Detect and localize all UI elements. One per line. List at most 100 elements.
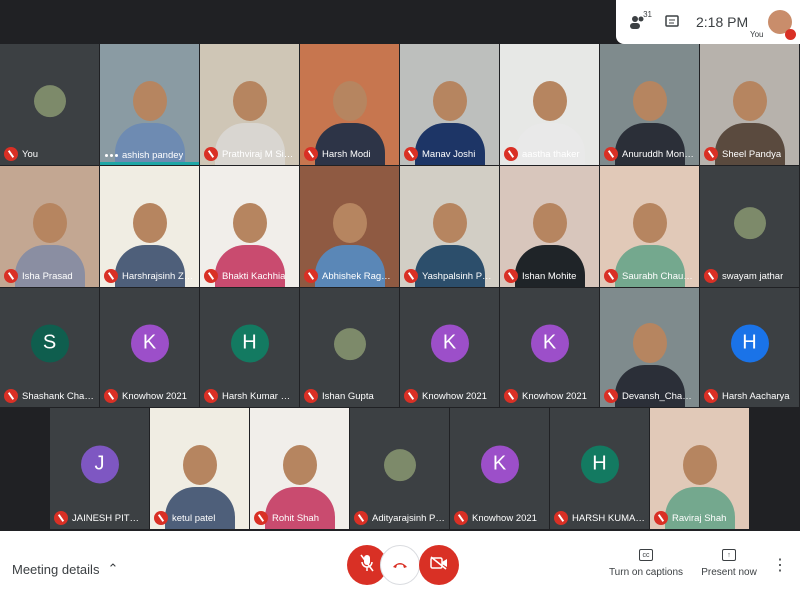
participant-name-row: Knowhow 2021 [504,389,595,403]
mic-off-icon [785,29,796,40]
participant-name: Saurabh Chaurasiya [622,270,695,282]
participant-tile[interactable]: Ishan Mohite [500,166,599,287]
participant-name: ashish pandey [122,150,184,161]
participant-tile[interactable]: J JAINESH PITHADIYA [50,408,149,529]
participant-tile[interactable]: Ishan Gupta [300,288,399,407]
mic-off-icon [654,511,668,525]
participant-tile[interactable]: Bhakti Kachhia [200,166,299,287]
mic-off-icon [554,511,568,525]
mic-off-icon [704,269,718,283]
participant-tile[interactable]: S Shashank Chaubey [0,288,99,407]
more-vert-icon[interactable]: ⋮ [772,555,788,575]
participant-tile[interactable]: Saurabh Chaurasiya [600,166,699,287]
participant-tile[interactable]: Harsh Modi [300,44,399,165]
participant-tile[interactable]: K Knowhow 2021 [450,408,549,529]
mic-off-icon [604,269,618,283]
video-person-head [282,445,317,485]
mic-off-icon [360,554,374,576]
participant-name-row: Prathviraj M Singh [204,147,295,161]
video-person-head [32,203,67,243]
participant-tile[interactable]: Manav Joshi [400,44,499,165]
video-person-head [632,203,667,243]
participant-tile[interactable]: ashish pandey [100,44,199,165]
mic-off-icon [404,389,418,403]
participant-tile[interactable]: aastha thaker [500,44,599,165]
mic-off-icon [504,389,518,403]
participant-tile[interactable]: H Harsh Kumar Singh [200,288,299,407]
hang-up-button[interactable] [380,545,420,585]
participant-tile[interactable]: ketul patel [150,408,249,529]
participant-tile[interactable]: Anuruddh Mondal [600,44,699,165]
participant-name: Ishan Mohite [522,270,577,282]
meeting-controls-bar: Meeting details ⌃ cc Turn on captions ↑ … [0,531,800,600]
participant-name-row: HARSH KUMAR SINGH [554,511,645,525]
participant-tile[interactable]: Prathviraj M Singh [200,44,299,165]
participant-name-row: Knowhow 2021 [104,389,195,403]
participant-tile[interactable]: H HARSH KUMAR SINGH [550,408,649,529]
letter-avatar: K [130,323,169,362]
participant-name: Devansh_Chavda [622,390,695,402]
participant-tile[interactable]: Abhishek Raghuvanshi [300,166,399,287]
participant-tile[interactable]: swayam jathar [700,166,799,287]
letter-avatar: H [230,323,269,362]
participant-tile[interactable]: H Harsh Aacharya [700,288,799,407]
participant-name-row: Yashpalsinh Parmar [404,269,495,283]
participant-tile[interactable]: Raviraj Shah [650,408,749,529]
participant-name: Bhakti Kachhia [222,270,286,282]
participant-tile[interactable]: You [0,44,99,165]
participant-tile[interactable]: Sheel Pandya [700,44,799,165]
chat-icon[interactable] [658,8,686,36]
mic-off-icon [54,511,68,525]
participant-tile[interactable]: Isha Prasad [0,166,99,287]
camera-toggle-button[interactable] [419,545,459,585]
mic-off-icon [304,389,318,403]
video-person-head [132,81,167,121]
video-person-head [332,81,367,121]
participant-tile[interactable]: Yashpalsinh Parmar [400,166,499,287]
captions-button[interactable]: cc Turn on captions [606,549,686,578]
participant-name-row: Bhakti Kachhia [204,269,295,283]
mic-off-icon [204,269,218,283]
video-person-head [432,81,467,121]
participant-name-row: Sheel Pandya [704,147,795,161]
participant-name: Shashank Chaubey [22,390,95,402]
participant-tile[interactable]: K Knowhow 2021 [400,288,499,407]
letter-avatar: H [580,444,619,483]
mic-off-icon [304,147,318,161]
mic-off-icon [454,511,468,525]
participant-tile[interactable]: K Knowhow 2021 [500,288,599,407]
video-person-head [232,203,267,243]
present-now-button[interactable]: ↑ Present now [689,549,769,578]
video-person-head [732,81,767,121]
participant-name-row: Abhishek Raghuvanshi [304,269,395,283]
video-person-head [682,445,717,485]
participant-tile[interactable]: Harshrajsinh Zala [100,166,199,287]
participant-name-row: Rohit Shah [254,511,345,525]
mic-off-icon [254,511,268,525]
clock: 2:18 PM [696,14,749,30]
chevron-up-icon: ⌃ [107,561,119,576]
video-person-head [232,81,267,121]
active-speaker-bar [100,162,199,165]
participant-tile[interactable]: K Knowhow 2021 [100,288,199,407]
cc-icon: cc [639,549,653,561]
meeting-details-button[interactable]: Meeting details ⌃ [12,561,118,577]
mic-off-icon [704,389,718,403]
participant-tile[interactable]: Devansh_Chavda [600,288,699,407]
present-label: Present now [701,567,757,578]
participant-name-row: Harsh Aacharya [704,389,795,403]
people-icon[interactable]: 31 [624,8,652,36]
participant-name-row: Knowhow 2021 [404,389,495,403]
participant-name-row: JAINESH PITHADIYA [54,511,145,525]
call-end-icon [392,556,408,574]
participant-tile[interactable]: Adityarajsinh Parmar [350,408,449,529]
video-person-head [532,81,567,121]
participant-name-row: swayam jathar [704,269,795,283]
participant-name-row: Harsh Kumar Singh [204,389,295,403]
video-person-head [632,81,667,121]
participant-name-row: Isha Prasad [4,269,95,283]
participant-tile[interactable]: Rohit Shah [250,408,349,529]
speaking-indicator-icon [104,154,118,157]
video-person-head [632,323,667,363]
participant-name: Sheel Pandya [722,148,782,160]
